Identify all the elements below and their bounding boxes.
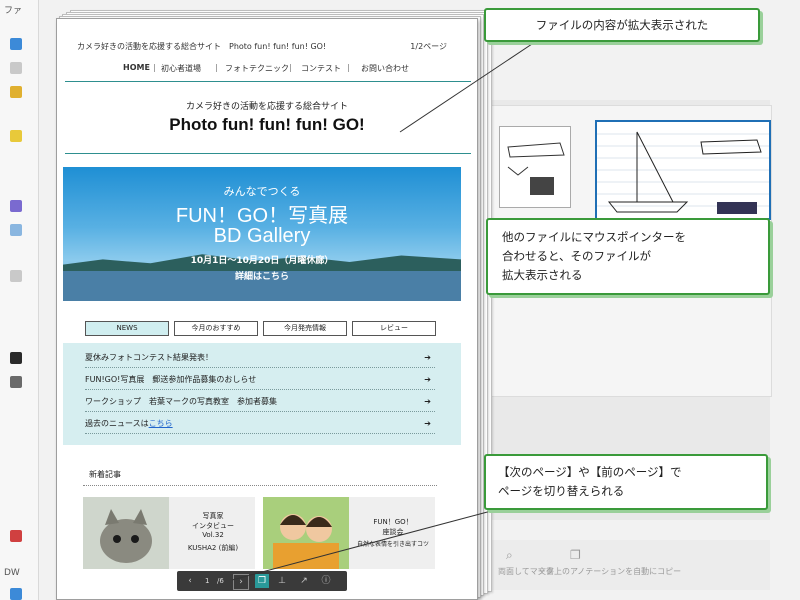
site-subtitle: カメラ好きの活動を応援する総合サイト [185,102,348,112]
next-page-button[interactable]: › [233,574,249,590]
children-photo [263,497,349,569]
arrow-right-icon: ➔ [424,353,431,362]
sidebar: ファ DW [0,0,39,600]
news-item[interactable]: 過去のニュースはこちら ➔ [85,415,435,434]
pdf-icon[interactable] [10,530,22,542]
document-preview: カメラ好きの活動を応援する総合サイト Photo fun! fun! fun! … [56,18,478,600]
tab-recommend[interactable]: 今月のおすすめ [174,321,258,336]
news-item-text: ワークショップ 若葉マークの写真教室 参加者募集 [85,397,277,406]
link-icon[interactable] [10,62,22,74]
card-line2: 座談会 [382,528,404,536]
copy-icon[interactable]: ❐ [570,548,581,562]
banner-line2: FUN！GO！写真展 [175,205,349,227]
article-card[interactable]: FUN！GO！ 座談会 自然な表情を引き出すコツ [263,497,435,569]
site-title: Photo fun! fun! fun! GO! [169,115,365,134]
sailboat-drawing-icon [597,131,769,214]
file-thumbnail-selected[interactable] [595,120,771,220]
banner-line1: みんなでつくる [223,185,301,198]
prev-page-button[interactable]: ‹ [183,574,197,588]
folder-icon[interactable] [10,130,22,142]
cat-icon [100,509,152,563]
info-icon[interactable]: ⓘ [319,574,333,588]
callout-middle-line1: 他のファイルにマウスポインターを [502,230,686,244]
news-item[interactable]: ワークショップ 若葉マークの写真教室 参加者募集 ➔ [85,393,435,412]
copy-icon[interactable]: ❐ [255,574,269,588]
search-icon[interactable]: ⌕ [506,548,513,563]
card-line3: 自然な表情を引き出すコツ [356,541,429,548]
nav-home[interactable]: HOME [123,63,150,72]
cat-photo [83,497,169,569]
arrow-right-icon: ➔ [424,419,431,428]
divider [65,81,471,82]
card-line2: インタビュー [192,522,234,530]
nav-beginner[interactable]: 初心者道場 [161,63,201,74]
callout-bottom: 【次のページ】や【前のページ】で ページを切り替えられる [484,454,768,510]
file-thumbnail[interactable] [499,126,571,208]
nav-technique[interactable]: フォトテクニック [225,63,289,74]
divider [65,153,471,154]
news-list: 夏休みフォトコンテスト結果発表！ ➔ FUN!GO!写真展 郵送参加作品募集のお… [63,343,461,445]
article-card[interactable]: 写真家 インタビュー Vol.32 KUSHA2 (前編) [83,497,255,569]
callout-top: ファイルの内容が拡大表示された [484,8,760,42]
external-link-icon[interactable]: ↗ [297,574,311,588]
divider [83,485,437,487]
callout-middle: 他のファイルにマウスポインターを 合わせると、そのファイルが 拡大表示される [486,218,770,295]
nav-divider: | [347,63,350,72]
news-item[interactable]: FUN!GO!写真展 郵送参加作品募集のおしらせ ➔ [85,371,435,390]
gallery-banner[interactable]: みんなでつくる FUN！GO！写真展 BD Gallery 10月1日〜10月2… [63,167,461,301]
tab-review[interactable]: レビュー [352,321,436,336]
site-nav: HOME | 初心者道場 | フォトテクニック | コンテスト | お問い合わせ [117,63,447,77]
news-item-text: 過去のニュースは [85,419,149,428]
news-item[interactable]: 夏休みフォトコンテスト結果発表！ ➔ [85,349,435,368]
sidebar-item[interactable]: ファ [4,4,34,18]
sidebar-item[interactable]: DW [4,566,34,580]
star-icon[interactable] [10,86,22,98]
news-item-text: 夏休みフォトコンテスト結果発表！ [85,353,213,362]
card-line3: Vol.32 [202,531,224,539]
banner-line3: BD Gallery [213,225,311,247]
cloud-icon[interactable] [10,224,22,236]
callout-bottom-line1: 【次のページ】や【前のページ】で [498,465,682,479]
callout-middle-line2: 合わせると、そのファイルが [502,249,652,263]
nav-divider: | [153,63,156,72]
nav-contest[interactable]: コンテスト [301,63,341,74]
nav-divider: | [215,63,218,72]
card-line4: KUSHA2 (前編) [187,544,239,552]
news-tabs: NEWS 今月のおすすめ 今月発売情報 レビュー [85,321,445,336]
arrow-right-icon: ➔ [424,375,431,384]
callout-top-text: ファイルの内容が拡大表示された [535,18,709,32]
banner-dates: 10月1日〜10月20日（月曜休廊） [190,256,334,266]
pin-icon[interactable]: ⊥ [275,574,289,588]
app-window: ファ DW ⌕ 両面してマーク ❐ 文書上のアノテーションを自動にコピー カメラ… [0,0,800,600]
nav-contact[interactable]: お問い合わせ [361,63,409,74]
news-item-text: FUN!GO!写真展 郵送参加作品募集のおしらせ [85,375,257,384]
image-icon[interactable] [10,200,22,212]
callout-bottom-line2: ページを切り替えられる [498,484,625,498]
callout-middle-line3: 拡大表示される [502,268,583,282]
folder-icon[interactable] [10,38,22,50]
page-header-title: カメラ好きの活動を応援する総合サイト Photo fun! fun! fun! … [77,42,327,51]
page-navigator: ‹ 1 /6 › ❐ ⊥ ↗ ⓘ [177,571,347,591]
drawing-icon [507,142,565,195]
card-line1: 写真家 [202,512,224,520]
banner-details-link[interactable]: 詳細はこちら [63,269,461,282]
print-icon[interactable] [10,270,22,282]
tab-releases[interactable]: 今月発売情報 [263,321,347,336]
new-articles-heading: 新着記事 [89,470,121,479]
arrow-right-icon: ➔ [424,397,431,406]
news-archive-link[interactable]: こちら [149,419,173,428]
current-page: 1 [205,577,210,585]
nav-divider: | [289,63,292,72]
word-icon[interactable] [10,352,22,364]
total-pages: /6 [217,577,224,585]
card-line1: FUN！GO！ [373,518,413,526]
tab-news[interactable]: NEWS [85,321,169,336]
background-toolbar: ⌕ 両面してマーク ❐ 文書上のアノテーションを自動にコピー [480,540,770,590]
copy-annotation-tool[interactable]: 文書上のアノテーションを自動にコピー [538,566,688,577]
grid-icon[interactable] [10,588,22,600]
page-number: 1/2ページ [410,42,447,51]
filter-icon[interactable] [10,376,22,388]
people-icon [263,497,349,569]
